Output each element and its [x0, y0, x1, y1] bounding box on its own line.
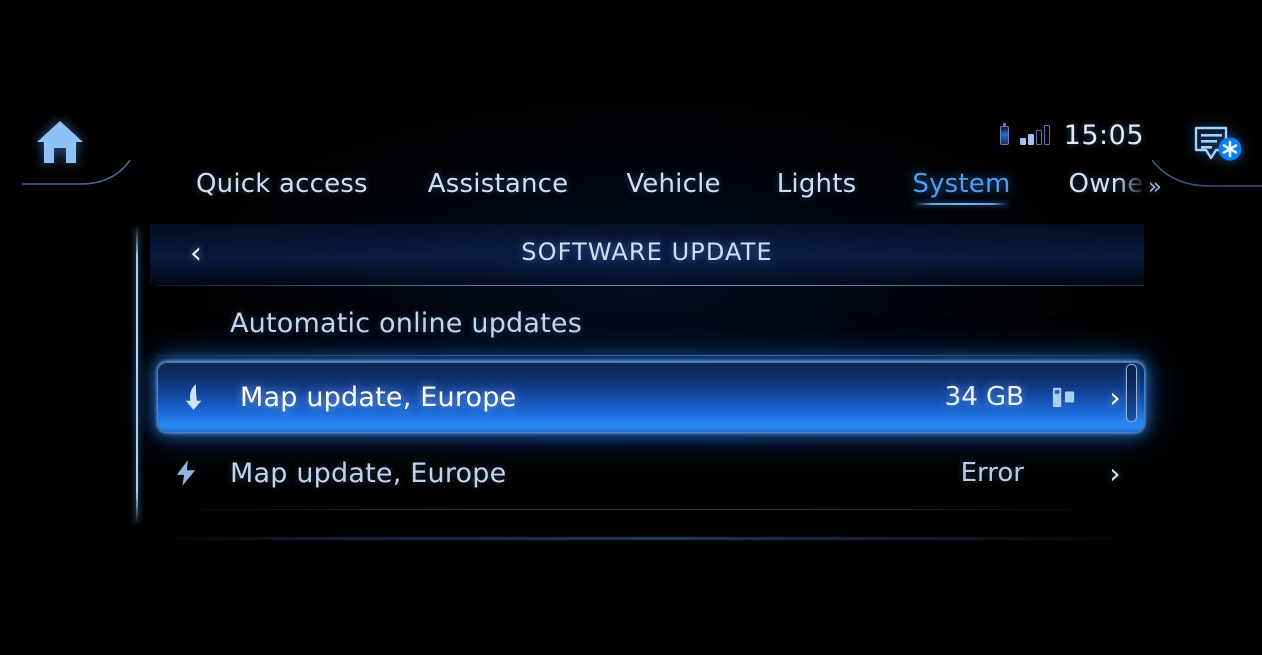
tab-system[interactable]: System: [912, 169, 1010, 205]
main-tab-bar[interactable]: Quick access Assistance Vehicle Lights S…: [196, 162, 1162, 212]
home-divider-curve: [22, 158, 134, 188]
list-item-map-update-europe-download[interactable]: Map update, Europe 34 GB ›: [158, 362, 1144, 432]
list-item-label: Map update, Europe: [230, 457, 507, 489]
tab-quick-access[interactable]: Quick access: [196, 169, 368, 205]
list-item-value: 34 GB: [944, 382, 1024, 412]
clock: 15:05: [1063, 119, 1144, 151]
battery-icon: [1000, 123, 1010, 145]
vertical-scrollbar[interactable]: [1124, 364, 1138, 578]
tab-overflow-icon[interactable]: »: [1148, 174, 1162, 200]
tab-lights[interactable]: Lights: [777, 169, 857, 205]
list-item-status: Error: [960, 458, 1024, 488]
software-update-panel: ‹ SOFTWARE UPDATE Automatic online updat…: [136, 224, 1144, 532]
page-title: SOFTWARE UPDATE: [521, 238, 773, 266]
list-item-label: Automatic online updates: [230, 307, 582, 339]
signal-bars-icon: [1020, 125, 1050, 145]
tab-vehicle[interactable]: Vehicle: [626, 169, 720, 205]
status-indicators: 15:05: [1000, 118, 1144, 152]
top-bar: 15:05 Quick access Assistance Vehicle Li…: [0, 0, 1262, 218]
tab-owner[interactable]: Owner: [1069, 169, 1146, 205]
home-button[interactable]: [22, 112, 131, 188]
panel-accent-line: [136, 228, 139, 522]
lightning-bolt-icon: [150, 459, 222, 487]
list-item-map-update-europe-error[interactable]: Map update, Europe Error ›: [150, 440, 1144, 510]
update-list: Automatic online updates Map update, Eur…: [150, 290, 1144, 532]
bottom-divider: [160, 537, 1140, 540]
download-arrow-icon: [158, 382, 230, 412]
scrollbar-thumb[interactable]: [1126, 364, 1137, 422]
usb-drive-icon: [1042, 385, 1086, 409]
tab-assistance[interactable]: Assistance: [428, 169, 569, 205]
list-item-label: Map update, Europe: [240, 381, 517, 413]
list-item-automatic-online-updates[interactable]: Automatic online updates: [150, 290, 1144, 356]
panel-header: ‹ SOFTWARE UPDATE: [150, 224, 1144, 286]
